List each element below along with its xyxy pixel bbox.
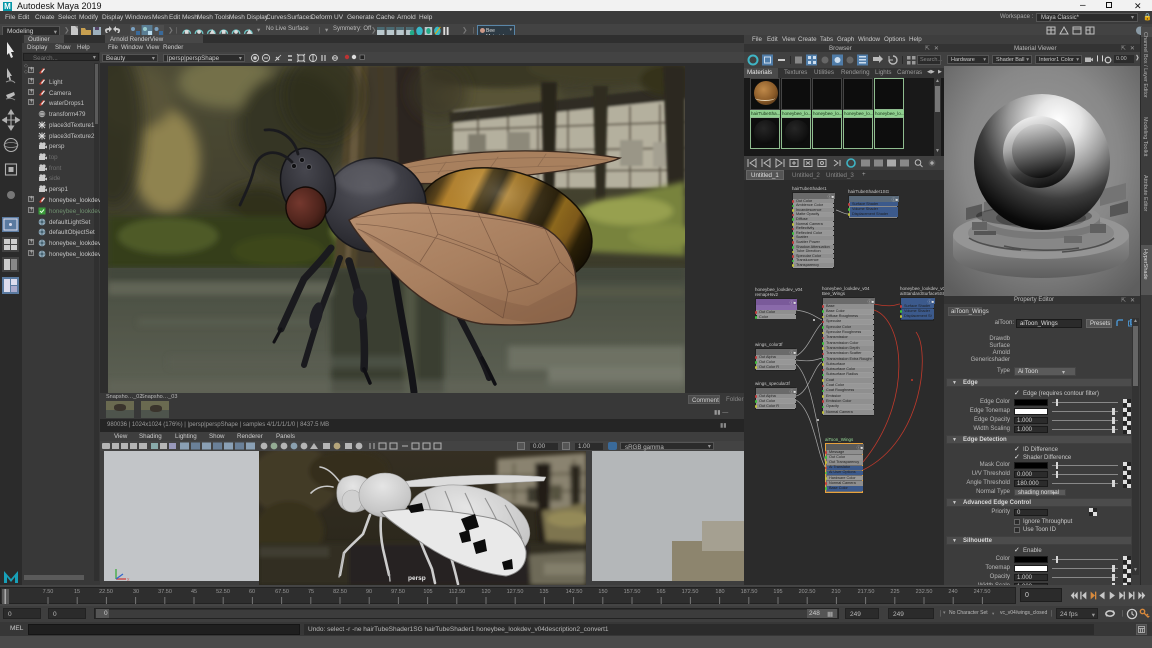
svg-text:x: x: [127, 577, 130, 583]
